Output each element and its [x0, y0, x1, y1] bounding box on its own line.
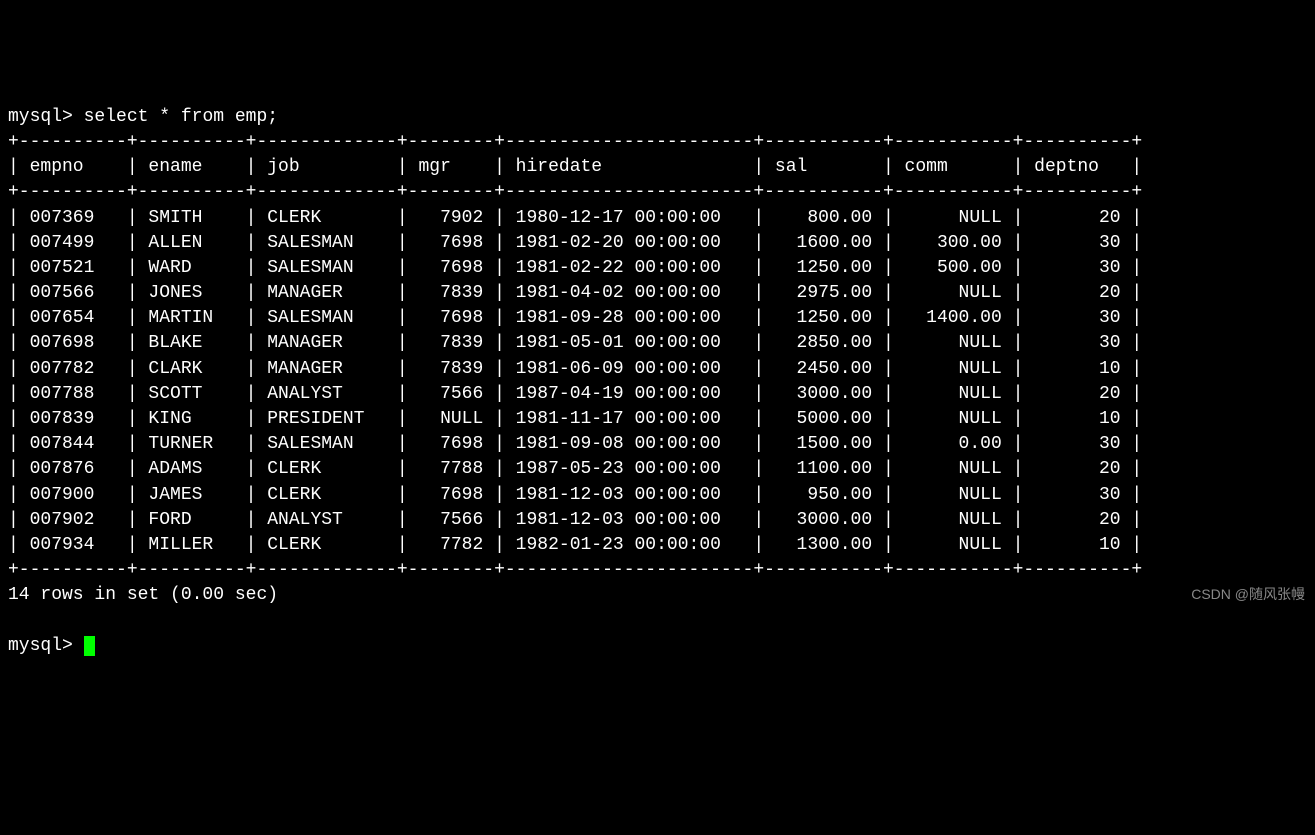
watermark-text: CSDN @随风张幔 [1191, 585, 1305, 605]
mysql-prompt[interactable]: mysql> [8, 636, 84, 656]
mysql-prompt: mysql> [8, 107, 84, 127]
cursor-icon [84, 636, 95, 656]
sql-query: select * from emp; [84, 107, 278, 127]
table-border-bottom: +----------+----------+-------------+---… [8, 560, 1142, 580]
table-border-top: +----------+----------+-------------+---… [8, 132, 1142, 152]
terminal-output[interactable]: mysql> select * from emp; +----------+--… [8, 105, 1307, 659]
table-header-row: | empno | ename | job | mgr | hiredate |… [8, 157, 1142, 177]
result-summary: 14 rows in set (0.00 sec) [8, 585, 278, 605]
table-body: | 007369 | SMITH | CLERK | 7902 | 1980-1… [8, 208, 1142, 555]
table-border-mid: +----------+----------+-------------+---… [8, 182, 1142, 202]
